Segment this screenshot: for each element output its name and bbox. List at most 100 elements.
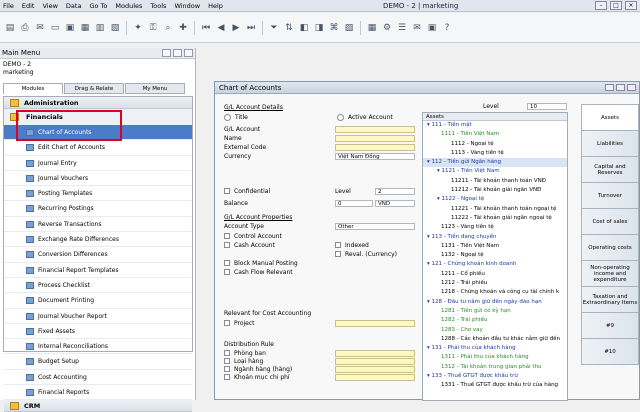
print-preview-icon[interactable]: ▤ xyxy=(4,22,16,34)
filter-icon[interactable]: ⏷ xyxy=(268,22,280,34)
window-maximize-button[interactable] xyxy=(616,84,625,91)
category-tab[interactable]: Turnover xyxy=(581,182,639,209)
menu-item[interactable]: Exchange Rate Differences xyxy=(4,232,192,248)
tree-row[interactable]: ▾ 133 - Thuế GTGT được khấu trừ xyxy=(423,372,567,381)
main-menu-close-button[interactable] xyxy=(184,49,193,57)
menu-item[interactable]: Document Printing xyxy=(4,293,192,309)
word-export-icon[interactable]: ▥ xyxy=(94,22,106,34)
tree-row[interactable]: ▾ 1121 - Tiền Việt Nam xyxy=(423,167,567,176)
block-manual-posting-checkbox[interactable] xyxy=(224,260,230,266)
menu-go-to[interactable]: Go To xyxy=(89,2,107,10)
menu-item[interactable]: Chart of Accounts xyxy=(4,125,192,141)
tree-row[interactable]: 1282 - Trái phiếu xyxy=(423,316,567,325)
tree-row[interactable]: 1312 - Tài khoản trung gian phải thu xyxy=(423,363,567,372)
menu-item[interactable]: Edit Chart of Accounts xyxy=(4,140,192,156)
main-menu-maximize-button[interactable] xyxy=(173,49,182,57)
tree-row[interactable]: 1113 - Vàng tiền tệ xyxy=(423,149,567,158)
menu-item[interactable]: Financial Report Templates xyxy=(4,263,192,278)
excel-export-icon[interactable]: ▦ xyxy=(79,22,91,34)
first-record-icon[interactable]: ⏮ xyxy=(200,22,212,34)
base-document-icon[interactable]: ◧ xyxy=(298,22,310,34)
cash-account-checkbox[interactable] xyxy=(224,242,230,248)
menu-view[interactable]: View xyxy=(42,2,57,10)
cash-flow-relevant-checkbox[interactable] xyxy=(224,269,230,275)
currency-dropdown[interactable]: Việt Nam Đồng xyxy=(335,153,415,160)
tree-row[interactable]: 1281 - Tiền gửi có kỳ hạn xyxy=(423,307,567,316)
tree-row[interactable]: ▾ 1122 - Ngoại tệ xyxy=(423,195,567,204)
menu-item[interactable]: Reverse Transactions xyxy=(4,217,192,233)
category-tab[interactable]: Liabilities xyxy=(581,130,639,157)
tree-row[interactable]: 1123 - Vàng tiền tệ xyxy=(423,223,567,232)
dist-checkbox[interactable] xyxy=(224,366,230,372)
sms-icon[interactable]: ▭ xyxy=(49,22,61,34)
menu-file[interactable]: File xyxy=(3,2,14,10)
fax-icon[interactable]: ▣ xyxy=(64,22,76,34)
menu-item[interactable]: Fixed Assets xyxy=(4,324,192,340)
tree-row[interactable]: 1211 - Cổ phiếu xyxy=(423,270,567,279)
category-tab[interactable]: Non-operating income and expenditure xyxy=(581,260,639,287)
active-account-radio[interactable] xyxy=(337,114,344,121)
find-icon[interactable]: ⌕ xyxy=(162,22,174,34)
dist-checkbox[interactable] xyxy=(224,350,230,356)
project-checkbox[interactable] xyxy=(224,320,230,326)
control-account-checkbox[interactable] xyxy=(224,233,230,239)
tree-row[interactable]: 11222 - Tài khoản giải ngân ngoại tệ xyxy=(423,214,567,223)
add-icon[interactable]: ✚ xyxy=(177,22,189,34)
project-field[interactable] xyxy=(335,320,415,327)
widget-icon[interactable]: ▣ xyxy=(426,22,438,34)
relationship-map-icon[interactable]: ⌘ xyxy=(328,22,340,34)
menu-item[interactable]: Financial Reports xyxy=(4,385,192,401)
tree-row[interactable]: 1112 - Ngoại tệ xyxy=(423,140,567,149)
tree-row[interactable]: ▾ 121 - Chứng khoán kinh doanh xyxy=(423,260,567,269)
menu-window[interactable]: Window xyxy=(174,2,200,10)
module-financials[interactable]: Financials xyxy=(4,109,192,125)
calendar-icon[interactable]: ▦ xyxy=(366,22,378,34)
menu-item[interactable]: Process Checklist xyxy=(4,278,192,294)
menu-tools[interactable]: Tools xyxy=(150,2,166,10)
launch-icon[interactable]: ✦ xyxy=(132,22,144,34)
minimize-button[interactable]: – xyxy=(595,1,607,10)
tree-row[interactable]: 1111 - Tiền Việt Nam xyxy=(423,130,567,139)
help-icon[interactable]: ? xyxy=(441,22,453,34)
window-close-button[interactable] xyxy=(627,84,636,91)
category-tab[interactable]: Operating costs xyxy=(581,234,639,261)
tree-row[interactable]: ▾ 131 - Phải thu của khách hàng xyxy=(423,344,567,353)
balance-currency-dropdown[interactable]: VND xyxy=(375,200,415,207)
tree-row[interactable]: ▾ 111 - Tiền mặt xyxy=(423,121,567,130)
pdf-export-icon[interactable]: ▧ xyxy=(109,22,121,34)
tree-row[interactable]: 1218 - Chứng khoán và công cụ tài chính … xyxy=(423,288,567,297)
category-tab[interactable]: Cost of sales xyxy=(581,208,639,235)
menu-edit[interactable]: Edit xyxy=(22,2,35,10)
tree-row[interactable]: 11211 - Tài khoản thanh toán VNĐ xyxy=(423,177,567,186)
menu-item[interactable]: Cost Accounting xyxy=(4,370,192,386)
sort-icon[interactable]: ⇅ xyxy=(283,22,295,34)
account-type-dropdown[interactable]: Other xyxy=(335,223,415,230)
tree-row[interactable]: 1132 - Ngoại tệ xyxy=(423,251,567,260)
dist-field[interactable] xyxy=(335,358,415,365)
tree-row[interactable]: 11221 - Tài khoản thanh toán ngoại tệ xyxy=(423,205,567,214)
tab-modules[interactable]: Modules xyxy=(3,83,63,94)
tree-row[interactable]: ▾ 128 - Đầu tư nắm giữ đến ngày đáo hạn xyxy=(423,298,567,307)
target-document-icon[interactable]: ◨ xyxy=(313,22,325,34)
module-administration[interactable]: Administration xyxy=(4,97,192,109)
menu-item[interactable]: Internal Reconciliations xyxy=(4,339,192,355)
module-crm[interactable]: CRM xyxy=(4,400,192,412)
email-icon[interactable]: ✉ xyxy=(34,22,46,34)
category-tab[interactable]: #9 xyxy=(581,312,639,339)
dist-checkbox[interactable] xyxy=(224,358,230,364)
menu-item[interactable]: Journal Vouchers xyxy=(4,171,192,187)
previous-record-icon[interactable]: ◀ xyxy=(215,22,227,34)
tree-row[interactable]: 1283 - Cho vay xyxy=(423,326,567,335)
tree-row[interactable]: 11212 - Tài khoản giải ngân VNĐ xyxy=(423,186,567,195)
menu-item[interactable]: Posting Templates xyxy=(4,186,192,202)
category-tab[interactable]: #10 xyxy=(581,338,639,365)
maximize-button[interactable]: □ xyxy=(610,1,622,10)
main-menu-minimize-button[interactable] xyxy=(162,49,171,57)
menu-data[interactable]: Data xyxy=(66,2,82,10)
menu-item[interactable]: Journal Voucher Report xyxy=(4,309,192,324)
dist-field[interactable] xyxy=(335,350,415,357)
form-settings-icon[interactable]: ☰ xyxy=(396,22,408,34)
menu-modules[interactable]: Modules xyxy=(115,2,142,10)
menu-item[interactable]: Recurring Postings xyxy=(4,201,192,217)
tree-row[interactable]: 1288 - Các khoản đầu tư khác nắm giữ đến xyxy=(423,335,567,344)
